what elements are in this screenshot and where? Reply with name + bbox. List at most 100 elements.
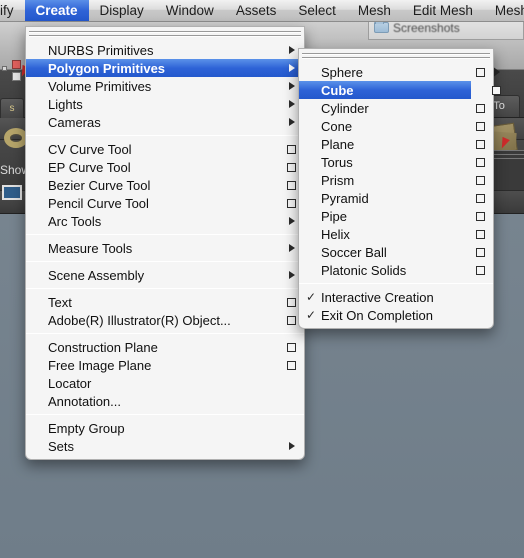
menubar-item-create[interactable]: Create (24, 0, 89, 21)
submenu-tearoff-handle[interactable] (302, 52, 490, 61)
menu-item-pipe[interactable]: Pipe (299, 207, 493, 225)
menu-item-adobe-r-illustrator-r-object[interactable]: Adobe(R) Illustrator(R) Object... (26, 311, 304, 329)
create-menu-dropdown[interactable]: NURBS Primitives Polygon Primitives Volume… (25, 26, 305, 460)
option-box-icon[interactable] (476, 266, 485, 275)
menu-item-prism[interactable]: Prism (299, 171, 493, 189)
menu-item-empty-group[interactable]: Empty Group (26, 419, 304, 437)
menubar-item-display[interactable]: Display (89, 0, 155, 21)
option-box-icon[interactable] (476, 140, 485, 149)
menu-item-label: Arc Tools (48, 213, 102, 229)
menu-item-sphere[interactable]: Sphere (299, 63, 493, 81)
menu-item-scene-assembly[interactable]: Scene Assembly (26, 266, 304, 284)
menu-item-interactive-creation[interactable]: ✓ Interactive Creation (299, 288, 493, 306)
menubar-item-edit-mesh[interactable]: Edit Mesh (402, 0, 484, 21)
menu-item-label: Scene Assembly (48, 267, 145, 283)
menu-item-label: Platonic Solids (321, 262, 407, 278)
menu-item-label: Text (48, 294, 72, 310)
menu-item-label: Plane (321, 136, 355, 152)
menu-item-cone[interactable]: Cone (299, 117, 493, 135)
menu-item-cylinder[interactable]: Cylinder (299, 99, 493, 117)
option-box-icon[interactable] (476, 68, 485, 77)
menu-item-label: Cameras (48, 114, 101, 130)
film-gate-icon[interactable] (2, 185, 22, 200)
polygon-primitives-submenu[interactable]: Sphere Cube Cylinder Cone Plane Torus Prism Pyr… (298, 48, 501, 329)
menu-item-platonic-solids[interactable]: Platonic Solids (299, 261, 493, 279)
checkmark-icon: ✓ (306, 308, 317, 322)
menu-separator (26, 414, 304, 415)
menu-item-pencil-curve-tool[interactable]: Pencil Curve Tool (26, 194, 304, 212)
option-box-icon[interactable] (476, 158, 485, 167)
menu-item-label: Exit On Completion (321, 307, 433, 323)
menu-item-volume-primitives[interactable]: Volume Primitives (26, 77, 304, 95)
option-box-icon[interactable] (287, 163, 296, 172)
menu-item-arc-tools[interactable]: Arc Tools (26, 212, 304, 230)
menu-item-locator[interactable]: Locator (26, 374, 304, 392)
menu-item-ep-curve-tool[interactable]: EP Curve Tool (26, 158, 304, 176)
menu-item-label: Free Image Plane (48, 357, 152, 373)
menu-item-label: EP Curve Tool (48, 159, 131, 175)
menu-item-lights[interactable]: Lights (26, 95, 304, 113)
option-box-icon[interactable] (287, 199, 296, 208)
manipulator-red-handle[interactable] (12, 60, 21, 69)
submenu-arrow-icon (289, 217, 295, 225)
menubar-item-ify[interactable]: ify (0, 0, 25, 21)
option-box-icon[interactable] (476, 122, 485, 131)
option-box-icon[interactable] (476, 104, 485, 113)
menu-item-label: Soccer Ball (321, 244, 387, 260)
menu-item-free-image-plane[interactable]: Free Image Plane (26, 356, 304, 374)
menu-item-plane[interactable]: Plane (299, 135, 493, 153)
menu-item-measure-tools[interactable]: Measure Tools (26, 239, 304, 257)
application-menu-bar[interactable]: ify Create Display Window Assets Select Mesh Ed… (0, 0, 524, 22)
menubar-item-window[interactable]: Window (155, 0, 225, 21)
menu-item-label: Sphere (321, 64, 363, 80)
checkmark-icon: ✓ (306, 290, 317, 304)
menu-item-exit-on-completion[interactable]: ✓ Exit On Completion (299, 306, 493, 324)
option-box-icon[interactable] (476, 176, 485, 185)
menu-item-label: NURBS Primitives (48, 42, 154, 58)
option-box-icon[interactable] (287, 316, 296, 325)
option-box-icon[interactable] (287, 145, 296, 154)
menu-item-label: Volume Primitives (48, 78, 152, 94)
option-box-icon[interactable] (476, 194, 485, 203)
menu-item-label: Adobe(R) Illustrator(R) Object... (48, 312, 231, 328)
menu-separator (26, 135, 304, 136)
menu-item-nurbs-primitives[interactable]: NURBS Primitives (26, 41, 304, 59)
menu-item-sets[interactable]: Sets (26, 437, 304, 455)
option-box-icon[interactable] (287, 361, 296, 370)
menubar-item-assets[interactable]: Assets (225, 0, 288, 21)
menu-tearoff-handle[interactable] (29, 30, 301, 39)
menu-item-helix[interactable]: Helix (299, 225, 493, 243)
option-box-icon[interactable] (476, 212, 485, 221)
menu-item-construction-plane[interactable]: Construction Plane (26, 338, 304, 356)
menu-item-torus[interactable]: Torus (299, 153, 493, 171)
menu-item-text[interactable]: Text (26, 293, 304, 311)
menu-item-label: CV Curve Tool (48, 141, 132, 157)
menubar-item-mesh[interactable]: Mesh (347, 0, 402, 21)
menu-item-pyramid[interactable]: Pyramid (299, 189, 493, 207)
option-box-icon[interactable] (287, 181, 296, 190)
menu-item-label: Torus (321, 154, 353, 170)
option-box-icon[interactable] (287, 298, 296, 307)
option-box-icon[interactable] (476, 230, 485, 239)
menu-item-label: Prism (321, 172, 355, 188)
tool-handle-dot (2, 66, 7, 71)
menu-item-polygon-primitives[interactable]: Polygon Primitives (26, 59, 304, 77)
option-box-icon[interactable] (287, 343, 296, 352)
menu-item-label: Pyramid (321, 190, 369, 206)
menu-item-cv-curve-tool[interactable]: CV Curve Tool (26, 140, 304, 158)
menu-item-annotation[interactable]: Annotation... (26, 392, 304, 410)
option-box-icon[interactable] (476, 248, 485, 257)
finder-window-title: Screenshots (393, 21, 460, 35)
submenu-arrow-icon (289, 82, 295, 90)
menubar-item-mesh[interactable]: Mesh (484, 0, 524, 21)
option-box-icon[interactable] (492, 86, 501, 95)
submenu-arrow-icon (289, 244, 295, 252)
menu-item-bezier-curve-tool[interactable]: Bezier Curve Tool (26, 176, 304, 194)
menu-item-cameras[interactable]: Cameras (26, 113, 304, 131)
menu-item-label: Helix (321, 226, 350, 242)
shelf-tab[interactable]: s (0, 98, 24, 118)
menu-item-cube[interactable]: Cube (299, 81, 501, 99)
menubar-item-select[interactable]: Select (287, 0, 347, 21)
right-scroll-lines (492, 150, 524, 160)
menu-item-soccer-ball[interactable]: Soccer Ball (299, 243, 493, 261)
